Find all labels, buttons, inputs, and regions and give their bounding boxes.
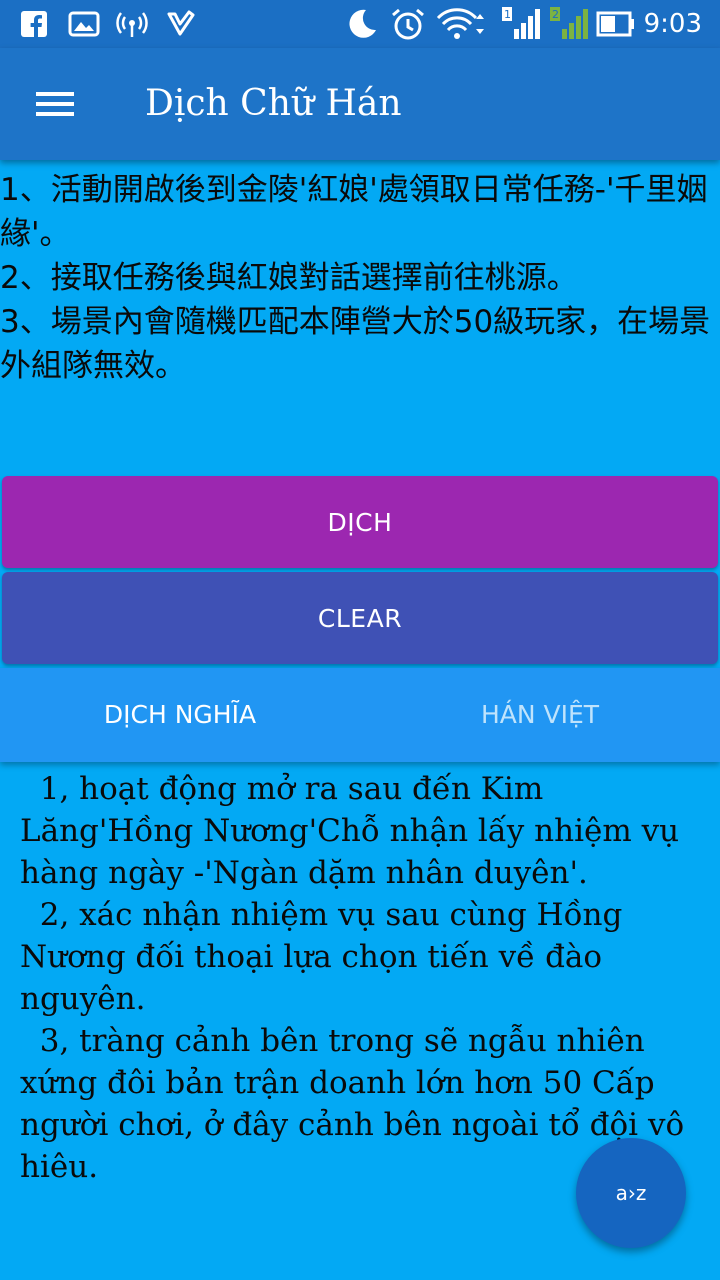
- app-title: Dịch Chữ Hán: [145, 83, 402, 124]
- status-time: 9:03: [643, 9, 702, 39]
- svg-text:1: 1: [504, 8, 511, 21]
- moon-icon: [344, 8, 378, 40]
- tab-dich-nghia[interactable]: DỊCH NGHĨA: [0, 668, 360, 762]
- facebook-icon: [20, 8, 48, 40]
- svg-text:2: 2: [552, 8, 559, 21]
- sim2-signal-icon: 2: [548, 7, 588, 40]
- translate-button[interactable]: DỊCH: [2, 476, 718, 568]
- hamburger-menu-icon[interactable]: [20, 76, 92, 132]
- clear-button[interactable]: CLEAR: [2, 572, 718, 664]
- translation-output: 1, hoạt động mở ra sau đến Kim Lăng'Hồng…: [20, 771, 685, 1185]
- gallery-icon: [68, 8, 100, 40]
- wifi-icon: [436, 8, 488, 40]
- tab-han-viet[interactable]: HÁN VIỆT: [360, 668, 720, 762]
- hotspot-icon: [114, 8, 150, 40]
- alarm-icon: [390, 8, 426, 40]
- app-bar: Dịch Chữ Hán: [0, 48, 720, 160]
- task-check-icon: [166, 8, 196, 40]
- result-tabs: DỊCH NGHĨA HÁN VIỆT: [0, 668, 720, 762]
- battery-icon: [596, 8, 636, 40]
- translate-az-icon: a›z: [615, 1181, 647, 1205]
- sim1-signal-icon: 1: [500, 7, 540, 40]
- status-bar: 1 2 9:03: [0, 0, 720, 48]
- translate-az-fab-button[interactable]: a›z: [576, 1138, 686, 1248]
- chinese-input-field[interactable]: 1、活動開啟後到金陵'紅娘'處領取日常任務-'千里姻緣'。 2、接取任務後與紅娘…: [0, 160, 720, 472]
